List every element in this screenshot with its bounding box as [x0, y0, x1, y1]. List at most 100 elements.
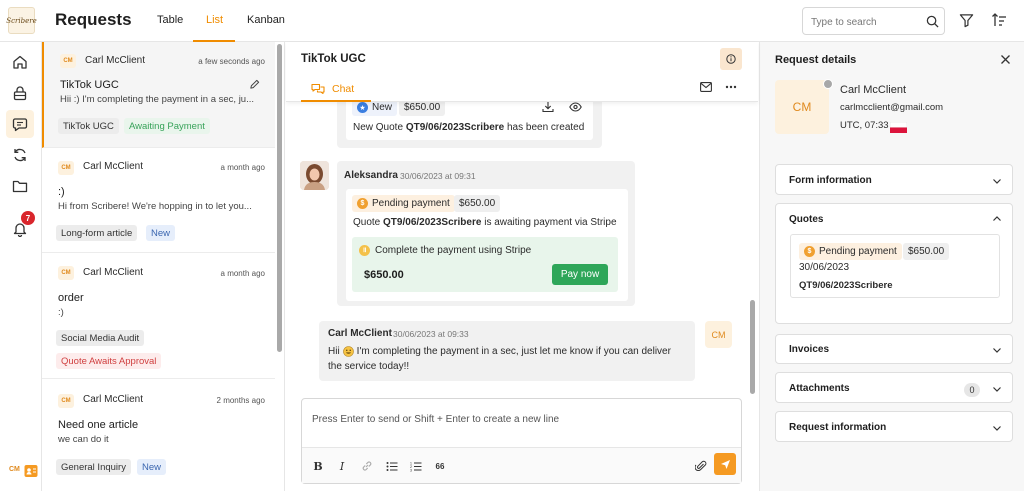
top-bar: Scribere Requests Table List Kanban	[0, 0, 1024, 42]
coin-icon: $	[804, 246, 815, 257]
quote-card: ★ New $650.00 New Quote QT9/06/2023Scrib…	[346, 102, 593, 140]
logo-text: Scribere	[6, 16, 37, 25]
request-list: CM Carl McClient a few seconds ago TikTo…	[42, 42, 285, 491]
section-title: Request information	[789, 422, 887, 433]
message-time: 30/06/2023 at 09:33	[393, 329, 469, 339]
sort-icon[interactable]	[991, 12, 1007, 28]
info-icon	[726, 54, 736, 64]
item-time: a month ago	[220, 163, 265, 172]
nav-lock[interactable]	[6, 79, 34, 107]
lock-icon	[12, 85, 28, 101]
attachment-icon[interactable]	[692, 457, 710, 475]
download-icon[interactable]	[542, 102, 554, 113]
tab-list[interactable]: List	[206, 14, 223, 26]
italic-icon[interactable]: I	[333, 457, 351, 475]
item-sender: Carl McClient	[83, 267, 144, 278]
nav-sync[interactable]	[6, 141, 34, 169]
message-text-line-2: the service today!!	[328, 361, 410, 372]
message-text-prefix: New Quote	[353, 122, 406, 133]
chevron-down-icon	[992, 384, 1002, 394]
section-invoices[interactable]: Invoices	[775, 334, 1013, 364]
user-avatar[interactable]: CM	[9, 464, 39, 482]
section-request-information[interactable]: Request information	[775, 411, 1013, 442]
nav-home[interactable]	[6, 48, 34, 76]
section-attachments[interactable]: Attachments 0	[775, 372, 1013, 403]
numbered-list-icon[interactable]: 123	[407, 457, 425, 475]
nav-files[interactable]	[6, 172, 34, 200]
app-logo[interactable]: Scribere	[6, 7, 37, 34]
tab-table[interactable]: Table	[157, 14, 183, 26]
item-snippet: Hii :) I'm completing the payment in a s…	[60, 94, 255, 105]
nav-rail: 7 CM	[0, 42, 42, 491]
client-email[interactable]: carlmcclient@gmail.com	[840, 102, 943, 113]
message-sender: Aleksandra	[344, 170, 398, 181]
search-icon[interactable]	[926, 15, 939, 28]
close-icon[interactable]	[1000, 54, 1014, 68]
tag-category: General Inquiry	[56, 459, 131, 475]
bold-icon[interactable]: B	[309, 457, 327, 475]
message-input[interactable]	[312, 409, 732, 429]
amount-badge: $650.00	[399, 102, 446, 116]
bullet-list-icon[interactable]	[383, 457, 401, 475]
search-input[interactable]	[811, 14, 921, 30]
chevron-up-icon[interactable]	[992, 214, 1002, 224]
send-button[interactable]	[714, 453, 736, 475]
item-title: Need one article	[58, 419, 139, 431]
list-item[interactable]: CM Carl McClient a few seconds ago TikTo…	[42, 42, 275, 148]
item-title: TikTok UGC	[60, 79, 119, 91]
message-composer: B I 123 66	[301, 398, 742, 484]
tag-category: Social Media Audit	[56, 330, 145, 346]
profile-card-icon	[24, 464, 38, 478]
message-line-1b: I'm completing the payment in a sec, jus…	[356, 346, 671, 357]
status-badge-label: Pending payment	[819, 246, 897, 257]
amount-badge: $650.00	[454, 195, 501, 212]
quote-summary-card[interactable]: $ Pending payment $650.00 30/06/2023 QT9…	[790, 234, 1000, 298]
section-title: Attachments	[789, 383, 850, 394]
client-avatar-large: CM	[775, 80, 829, 134]
tab-kanban[interactable]: Kanban	[247, 14, 285, 26]
edit-icon[interactable]	[249, 79, 260, 90]
quote-icon[interactable]: 66	[431, 457, 449, 475]
poland-flag-icon	[890, 122, 907, 133]
info-button[interactable]	[720, 48, 742, 70]
formatting-toolbar: B I 123 66	[302, 447, 741, 483]
list-item[interactable]: CM Carl McClient 2 months ago Need one a…	[42, 380, 275, 491]
message-sender: Carl McClient	[328, 328, 392, 339]
eye-icon[interactable]	[569, 102, 582, 112]
page-title: Requests	[55, 10, 132, 29]
search-box	[802, 7, 945, 35]
pending-icon: ॥	[359, 245, 370, 256]
section-title[interactable]: Quotes	[789, 214, 823, 225]
home-icon	[12, 54, 28, 70]
nav-requests[interactable]	[6, 110, 34, 138]
more-options-icon[interactable]	[725, 85, 737, 89]
section-title: Invoices	[789, 344, 830, 355]
filter-icon[interactable]	[959, 13, 974, 28]
tab-chat-label: Chat	[332, 83, 355, 95]
item-time: 2 months ago	[216, 396, 265, 405]
smile-emoji-icon	[342, 346, 354, 357]
client-message: Carl McClient 30/06/2023 at 09:33 Hii I'…	[319, 321, 695, 381]
request-details-panel: Request details CM Carl McClient carlmcc…	[759, 42, 1024, 491]
client-avatar: CM	[705, 321, 732, 348]
list-item[interactable]: CM Carl McClient a month ago order :) So…	[42, 254, 275, 379]
star-icon: ★	[357, 102, 368, 113]
list-scrollbar[interactable]	[277, 44, 282, 352]
user-avatar-initials: CM	[9, 466, 20, 473]
status-badge-label: New	[372, 102, 393, 113]
message-time: 30/06/2023 at 09:31	[400, 171, 476, 181]
pay-now-button[interactable]: Pay now	[552, 264, 608, 285]
status-badge: Awaiting Payment	[124, 118, 210, 134]
payment-card: $ Pending payment $650.00 Quote QT9/06/2…	[346, 189, 628, 301]
item-title: order	[58, 292, 84, 304]
list-item[interactable]: CM Carl McClient a month ago :) Hi from …	[42, 149, 275, 253]
section-form-information[interactable]: Form information	[775, 164, 1013, 195]
mail-icon[interactable]	[700, 82, 712, 92]
tab-chat[interactable]: Chat	[301, 78, 371, 102]
attachments-count-badge: 0	[964, 383, 980, 397]
link-icon[interactable]	[358, 457, 376, 475]
chat-scrollbar[interactable]	[750, 300, 755, 394]
item-snippet: Hi from Scribere! We're hopping in to le…	[58, 201, 252, 212]
status-badge: New	[146, 225, 176, 241]
item-sender: Carl McClient	[85, 55, 146, 66]
